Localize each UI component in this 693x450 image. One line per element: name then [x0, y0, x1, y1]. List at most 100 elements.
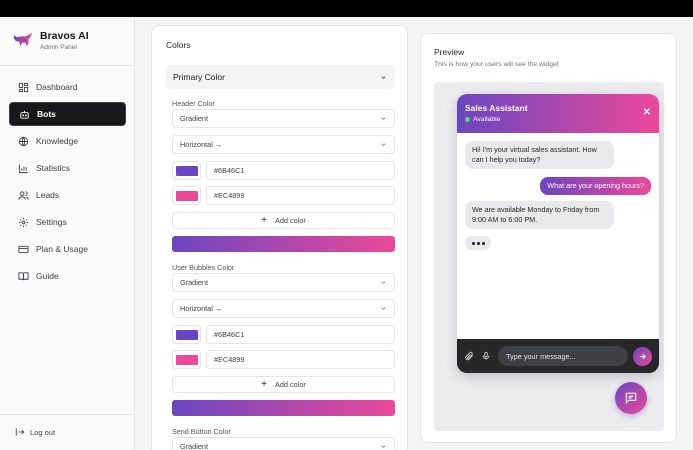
chat-bubble-icon	[625, 392, 637, 405]
send-button-color-type-select[interactable]: Gradient	[172, 437, 395, 450]
sidebar-item-label: Statistics	[36, 163, 71, 173]
color-picker-swatch[interactable]	[172, 350, 201, 369]
typing-indicator	[465, 236, 491, 250]
sidebar: Bravos AI Admin Panel Dashboard Bots Kno…	[0, 17, 135, 450]
bot-message: Hi! I'm your virtual sales assistant. Ho…	[465, 141, 614, 169]
sidebar-divider	[0, 414, 134, 415]
sidebar-item-guide[interactable]: Guide	[9, 264, 126, 288]
select-value: Horizontal →	[180, 140, 223, 149]
status-dot-icon	[465, 117, 470, 122]
header-color-label: Header Color	[172, 99, 215, 108]
arrow-right-icon	[639, 353, 646, 359]
sidebar-item-label: Knowledge	[36, 136, 79, 146]
logout-label: Log out	[30, 427, 56, 437]
paperclip-icon[interactable]	[464, 351, 474, 361]
color-picker-swatch[interactable]	[172, 186, 201, 205]
sidebar-item-knowledge[interactable]: Knowledge	[9, 129, 126, 153]
sidebar-item-label: Settings	[36, 217, 67, 227]
header-color-stop-2: #EC4899	[172, 186, 395, 205]
send-button[interactable]	[633, 346, 652, 366]
bar-chart-icon	[18, 163, 28, 173]
send-button-color-label: Send Button Color	[172, 427, 231, 436]
sidebar-nav: Dashboard Bots Knowledge Statistics Lead…	[9, 75, 126, 291]
plus-icon: +	[261, 215, 267, 226]
widget-preview-area: Sales Assistant Available ✕ Hi! I'm your…	[434, 82, 664, 431]
header-color-type-select[interactable]: Gradient	[172, 109, 395, 128]
add-color-label: Add color	[275, 380, 306, 389]
color-swatch	[175, 165, 198, 176]
header-gradient-preview	[172, 236, 395, 252]
message-input[interactable]: Type your message...	[498, 346, 628, 366]
brand[interactable]: Bravos AI Admin Panel	[12, 29, 89, 51]
user-bubbles-gradient-direction-select[interactable]: Horizontal →	[172, 299, 395, 318]
primary-color-accordion[interactable]: Primary Color	[166, 65, 395, 89]
chevron-down-icon	[381, 281, 386, 284]
credit-card-icon	[18, 245, 29, 253]
chevron-down-icon	[381, 117, 386, 120]
brand-subtitle: Admin Panel	[40, 43, 77, 51]
preview-panel: Preview This is how your users will see …	[420, 33, 677, 443]
microphone-icon[interactable]	[481, 351, 491, 361]
bot-icon	[20, 110, 29, 119]
widget-title: Sales Assistant	[465, 103, 528, 113]
bull-logo-icon	[13, 32, 33, 47]
add-color-button[interactable]: + Add color	[172, 212, 395, 229]
colors-panel: Colors Primary Color Header Color Gradie…	[151, 25, 408, 450]
book-icon	[18, 271, 29, 280]
brand-title: Bravos AI	[40, 29, 89, 42]
user-bubbles-gradient-preview	[172, 400, 395, 416]
chat-launcher-button[interactable]	[615, 382, 647, 414]
color-swatch	[175, 190, 198, 201]
chevron-down-icon	[381, 445, 386, 448]
widget-status: Available	[465, 116, 500, 123]
widget-status-label: Available	[473, 116, 501, 123]
sidebar-item-label: Plan & Usage	[36, 244, 88, 254]
sidebar-item-label: Bots	[37, 109, 56, 119]
globe-icon	[18, 136, 29, 146]
bot-message: We are available Monday to Friday from 9…	[465, 201, 614, 229]
logout-icon	[15, 428, 25, 436]
close-icon[interactable]: ✕	[643, 107, 651, 118]
top-black-bar	[0, 0, 693, 17]
sidebar-item-label: Guide	[36, 271, 59, 281]
add-color-button[interactable]: + Add color	[172, 376, 395, 393]
colors-title: Colors	[166, 40, 191, 50]
hex-color-input[interactable]: #6B46C1	[206, 161, 395, 180]
sidebar-divider	[0, 65, 134, 66]
users-icon	[18, 190, 29, 200]
color-swatch	[175, 354, 198, 365]
hex-color-input[interactable]: #EC4899	[206, 350, 395, 369]
primary-color-label: Primary Color	[173, 72, 225, 82]
sidebar-item-leads[interactable]: Leads	[9, 183, 126, 207]
user-bubbles-color-type-select[interactable]: Gradient	[172, 273, 395, 292]
widget-header: Sales Assistant Available ✕	[457, 94, 659, 133]
select-value: Gradient	[180, 114, 208, 123]
sidebar-item-plan-usage[interactable]: Plan & Usage	[9, 237, 126, 261]
sidebar-item-label: Leads	[36, 190, 60, 200]
hex-color-input[interactable]: #EC4899	[206, 186, 395, 205]
sidebar-item-dashboard[interactable]: Dashboard	[9, 75, 126, 99]
sidebar-item-statistics[interactable]: Statistics	[9, 156, 126, 180]
hex-color-input[interactable]: #6B46C1	[206, 325, 395, 344]
chevron-down-icon	[381, 143, 386, 146]
chevron-down-icon	[381, 75, 386, 79]
select-value: Gradient	[180, 278, 208, 287]
user-message: What are your opening hours?	[540, 177, 651, 195]
sidebar-item-settings[interactable]: Settings	[9, 210, 126, 234]
header-color-stop-1: #6B46C1	[172, 161, 395, 180]
logout-button[interactable]: Log out	[15, 427, 55, 437]
chat-widget: Sales Assistant Available ✕ Hi! I'm your…	[457, 94, 659, 373]
preview-title: Preview	[434, 47, 465, 57]
header-gradient-direction-select[interactable]: Horizontal →	[172, 135, 395, 154]
user-bubbles-color-label: User Bubbles Color	[172, 263, 235, 272]
widget-footer: Type your message...	[457, 339, 659, 373]
user-bubbles-color-stop-2: #EC4899	[172, 350, 395, 369]
sidebar-item-bots[interactable]: Bots	[9, 102, 126, 126]
dashboard-icon	[18, 82, 29, 92]
color-picker-swatch[interactable]	[172, 161, 201, 180]
color-picker-swatch[interactable]	[172, 325, 201, 344]
select-value: Gradient	[180, 442, 208, 450]
select-value: Horizontal →	[180, 304, 223, 313]
chevron-down-icon	[381, 307, 386, 310]
sidebar-item-label: Dashboard	[36, 82, 78, 92]
